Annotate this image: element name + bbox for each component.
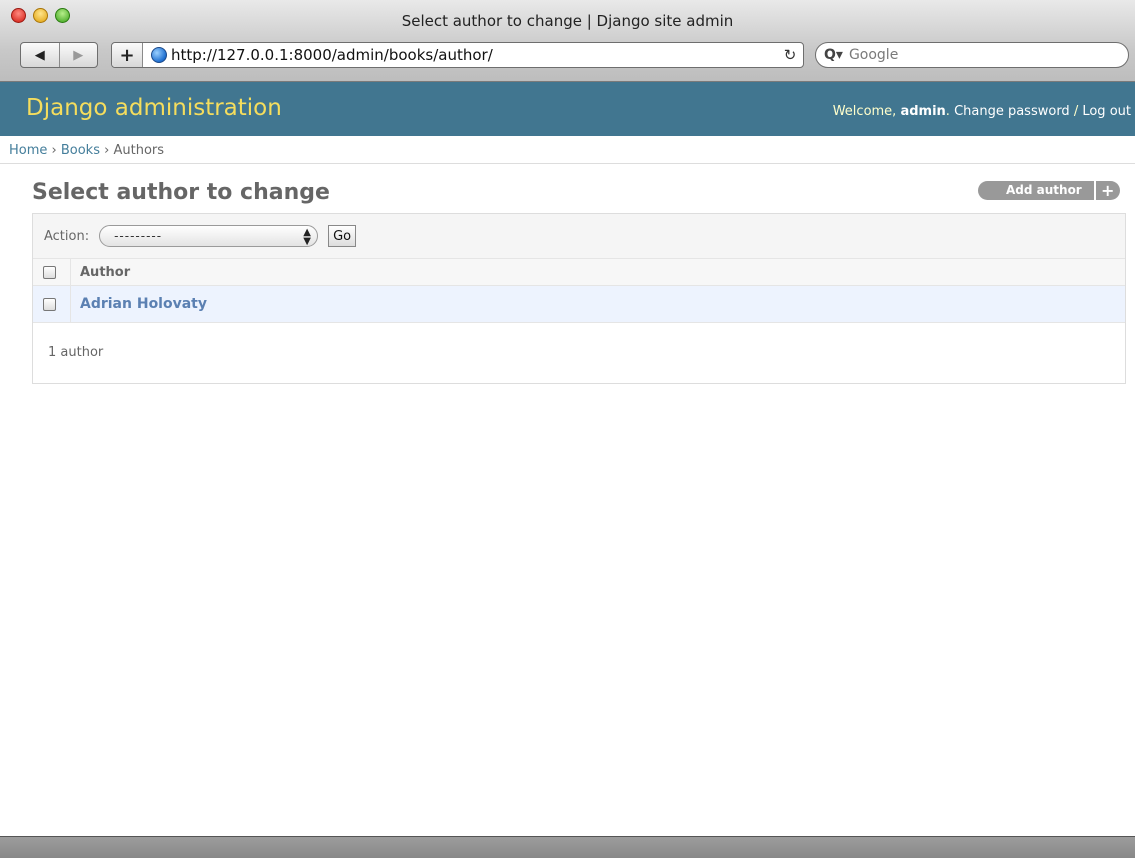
results-table: Author Adrian Holovaty bbox=[33, 259, 1125, 323]
window-title: Select author to change | Django site ad… bbox=[401, 12, 734, 30]
action-select[interactable]: --------- ▲ ▼ bbox=[99, 225, 319, 247]
search-icon: Q▾ bbox=[824, 47, 843, 63]
browser-titlebar: Select author to change | Django site ad… bbox=[0, 0, 1135, 82]
site-name[interactable]: Django administration bbox=[26, 95, 282, 121]
select-all-checkbox[interactable] bbox=[43, 265, 56, 279]
page-title: Select author to change bbox=[32, 180, 330, 205]
paginator: 1 author bbox=[48, 345, 104, 360]
username: admin bbox=[900, 104, 946, 119]
table-row: Adrian Holovaty bbox=[33, 285, 1125, 323]
add-author-button[interactable]: Add author + bbox=[978, 181, 1120, 200]
reload-icon[interactable]: ↻ bbox=[777, 46, 803, 64]
welcome-text: Welcome, bbox=[832, 104, 901, 119]
change-password-link[interactable]: Change password bbox=[954, 104, 1070, 119]
actions-bar: Action: --------- ▲ ▼ Go bbox=[33, 214, 1125, 259]
back-arrow-icon: ◀ bbox=[34, 47, 45, 63]
breadcrumb-separator: › bbox=[100, 143, 114, 158]
add-plus-icon: + bbox=[1095, 181, 1120, 200]
breadcrumb-books[interactable]: Books bbox=[61, 143, 100, 158]
user-tools-separator: / bbox=[1069, 104, 1083, 119]
browser-statusbar bbox=[0, 836, 1135, 858]
nav-buttons: ◀ ▶ bbox=[20, 42, 98, 68]
column-header-author[interactable]: Author bbox=[70, 259, 1125, 286]
row-checkbox-cell bbox=[33, 285, 71, 323]
select-all-cell bbox=[33, 259, 71, 286]
forward-arrow-icon: ▶ bbox=[73, 47, 84, 63]
row-checkbox[interactable] bbox=[43, 297, 56, 311]
add-bookmark-button[interactable]: + bbox=[112, 43, 143, 67]
logout-link[interactable]: Log out bbox=[1082, 104, 1131, 119]
search-field[interactable]: Q▾ Google bbox=[815, 42, 1129, 68]
add-author-label: Add author bbox=[978, 181, 1094, 200]
globe-icon bbox=[151, 47, 167, 63]
breadcrumb: Home › Books › Authors bbox=[0, 136, 1135, 164]
welcome-period: . bbox=[945, 104, 955, 119]
action-label: Action: bbox=[44, 228, 90, 244]
author-cell: Adrian Holovaty bbox=[70, 285, 1125, 323]
go-button[interactable]: Go bbox=[328, 225, 357, 247]
select-arrows-icon: ▲ ▼ bbox=[303, 227, 311, 247]
address-bar[interactable]: + http://127.0.0.1:8000/admin/books/auth… bbox=[111, 42, 804, 68]
author-link[interactable]: Adrian Holovaty bbox=[80, 296, 207, 312]
breadcrumb-home[interactable]: Home bbox=[9, 143, 47, 158]
admin-header: Django administration Welcome, admin. Ch… bbox=[0, 82, 1135, 136]
breadcrumb-current: Authors bbox=[113, 143, 165, 158]
user-tools: Welcome, admin. Change password / Log ou… bbox=[833, 104, 1131, 119]
table-header-row: Author bbox=[33, 259, 1125, 286]
action-select-value: --------- bbox=[114, 229, 163, 243]
search-placeholder: Google bbox=[848, 47, 899, 63]
breadcrumb-separator: › bbox=[47, 143, 61, 158]
forward-button[interactable]: ▶ bbox=[58, 43, 98, 67]
back-button[interactable]: ◀ bbox=[21, 43, 59, 67]
url-text[interactable]: http://127.0.0.1:8000/admin/books/author… bbox=[171, 46, 777, 64]
plus-icon: + bbox=[119, 44, 135, 66]
changelist: Action: --------- ▲ ▼ Go Author Adrian Ho… bbox=[32, 213, 1126, 384]
